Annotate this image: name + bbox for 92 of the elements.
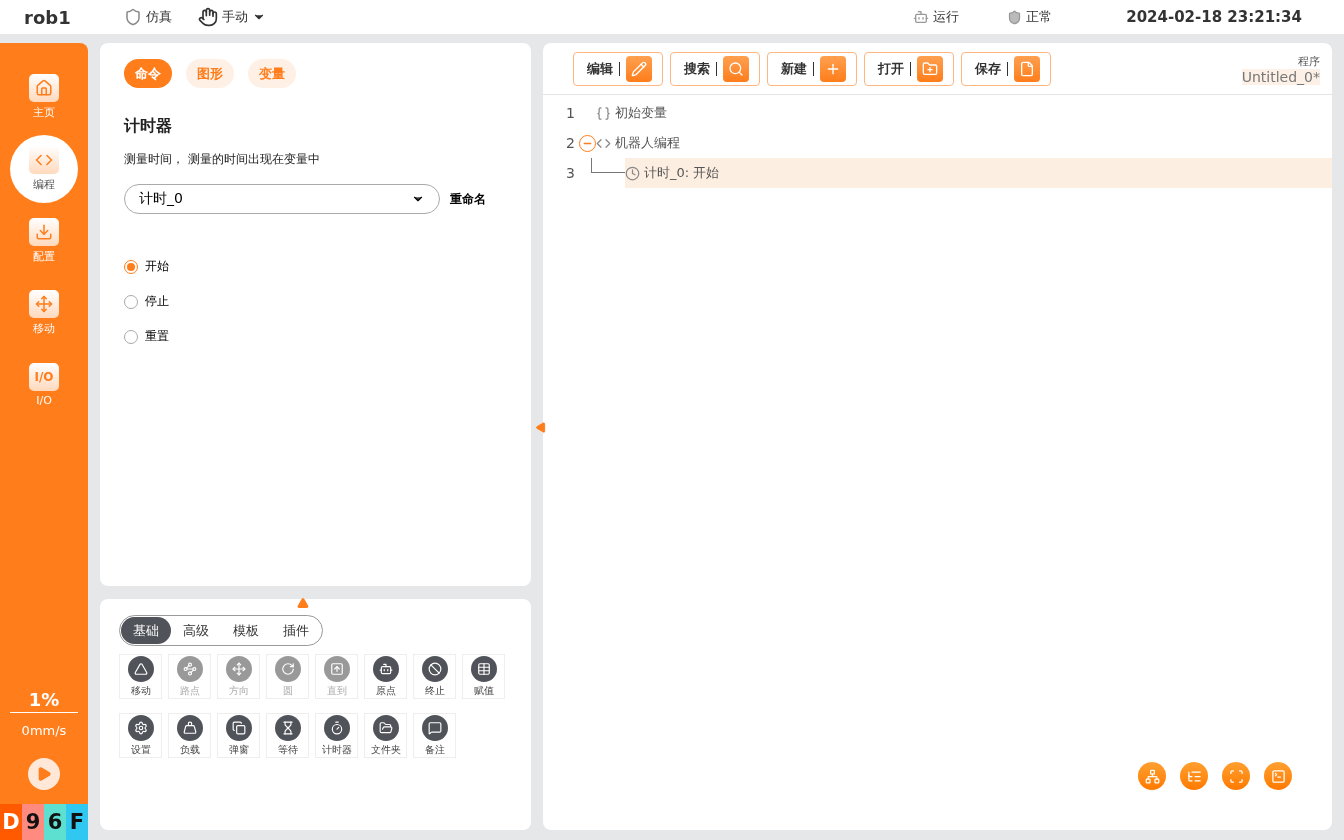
line-number: 3 xyxy=(565,165,576,181)
weight-icon xyxy=(176,714,203,741)
radio-label: 停止 xyxy=(145,293,169,310)
node-label: 机器人编程 xyxy=(615,134,680,152)
radio-label: 开始 xyxy=(145,258,169,275)
command-tile[interactable]: 终止 xyxy=(413,654,456,699)
run-label: 运行 xyxy=(933,8,960,26)
nav-item[interactable]: 编程 xyxy=(10,135,78,203)
command-tile[interactable]: 设置 xyxy=(119,713,162,758)
command-tile[interactable]: 原点 xyxy=(364,654,407,699)
play-icon xyxy=(36,766,52,782)
node-label: 初始变量 xyxy=(615,104,667,122)
tree-node[interactable]: 初始变量 xyxy=(596,98,1332,128)
robot-name: rob1 xyxy=(24,6,72,28)
datetime: 2024-02-18 23:21:34 xyxy=(1126,8,1302,26)
nav-icon xyxy=(29,290,59,318)
status-badge: 9 xyxy=(22,804,44,840)
rename-link[interactable]: 重命名 xyxy=(450,190,486,208)
list-tree-button[interactable] xyxy=(1180,762,1208,790)
control-mode: 手动 xyxy=(222,8,248,26)
command-tile[interactable]: 计时器 xyxy=(315,713,358,758)
list-tree-icon xyxy=(1186,768,1202,784)
status-badge: 6 xyxy=(44,804,66,840)
toolbar-button[interactable]: 保存 xyxy=(961,52,1051,86)
collapse-handle-icon[interactable] xyxy=(297,597,309,609)
speed-percent: 1% xyxy=(10,689,78,713)
network-icon xyxy=(1144,768,1160,784)
line-number: 1 xyxy=(565,105,576,121)
command-tile[interactable]: 等待 xyxy=(266,713,309,758)
folder-plus-icon xyxy=(917,56,943,82)
palette-tab[interactable]: 模板 xyxy=(221,617,271,644)
rotate-icon xyxy=(274,655,301,682)
pencil-icon xyxy=(626,56,652,82)
status-badge: D xyxy=(0,804,22,840)
shield-icon xyxy=(1007,9,1023,25)
settings-icon xyxy=(127,714,154,741)
folder-icon xyxy=(372,714,399,741)
shield-icon xyxy=(124,8,142,26)
palette-tab[interactable]: 插件 xyxy=(271,617,321,644)
file-icon xyxy=(1014,56,1040,82)
robot-icon xyxy=(372,655,399,682)
braces-icon xyxy=(596,105,611,121)
node-label: 计时_0: 开始 xyxy=(644,164,720,182)
terminal-icon xyxy=(1270,768,1286,784)
palette-tab[interactable]: 高级 xyxy=(171,617,221,644)
command-title: 计时器 xyxy=(124,116,173,137)
command-tile[interactable]: 负载 xyxy=(168,713,211,758)
terminal-button[interactable] xyxy=(1264,762,1292,790)
program-name: Untitled_0* xyxy=(1241,68,1320,85)
fullscreen-button[interactable] xyxy=(1222,762,1250,790)
status-badge: F xyxy=(66,804,88,840)
tree-node[interactable]: 计时_0: 开始 xyxy=(625,158,1332,188)
tree-button[interactable] xyxy=(1138,762,1166,790)
collapse-toggle[interactable] xyxy=(579,134,596,152)
toolbar-button[interactable]: 新建 xyxy=(767,52,857,86)
toolbar-button[interactable]: 搜索 xyxy=(670,52,760,86)
velocity: 0mm/s xyxy=(21,723,67,738)
copy-icon xyxy=(225,714,252,741)
radio-label: 重置 xyxy=(145,328,169,345)
command-tile[interactable]: 备注 xyxy=(413,713,456,758)
toolbar-button[interactable]: 打开 xyxy=(864,52,954,86)
program-label: 程序 xyxy=(1298,53,1320,69)
fullscreen-icon xyxy=(1228,768,1244,784)
command-description: 测量时间， 测量的时间出现在变量中 xyxy=(124,151,321,168)
collapse-handle-icon[interactable] xyxy=(535,422,546,433)
play-button[interactable] xyxy=(28,758,60,790)
status-label: 正常 xyxy=(1026,8,1053,26)
hourglass-icon xyxy=(274,714,301,741)
timer-icon xyxy=(323,714,350,741)
toolbar-button[interactable]: 编辑 xyxy=(573,52,663,86)
search-icon xyxy=(723,56,749,82)
ban-icon xyxy=(421,655,448,682)
move-icon xyxy=(225,655,252,682)
tree-node[interactable]: 机器人编程 xyxy=(596,128,1332,158)
nav-icon xyxy=(29,218,59,246)
message-icon xyxy=(421,714,448,741)
palette-tab[interactable]: 基础 xyxy=(121,617,171,644)
clock-icon xyxy=(625,165,640,181)
waypoints-icon xyxy=(176,655,203,682)
table-icon xyxy=(470,655,497,682)
nav-icon: I/O xyxy=(29,363,59,391)
robot-icon xyxy=(913,9,930,25)
hand-icon xyxy=(198,7,218,27)
command-tile[interactable]: 移动 xyxy=(119,654,162,699)
command-tile[interactable]: 文件夹 xyxy=(364,713,407,758)
command-tile[interactable]: 赋值 xyxy=(462,654,505,699)
nav-icon xyxy=(29,146,59,174)
plus-icon xyxy=(820,56,846,82)
line-number: 2 xyxy=(565,135,576,151)
mode-label: 仿真 xyxy=(146,8,172,26)
nav-icon xyxy=(29,74,59,102)
command-tile[interactable]: 弹窗 xyxy=(217,713,260,758)
